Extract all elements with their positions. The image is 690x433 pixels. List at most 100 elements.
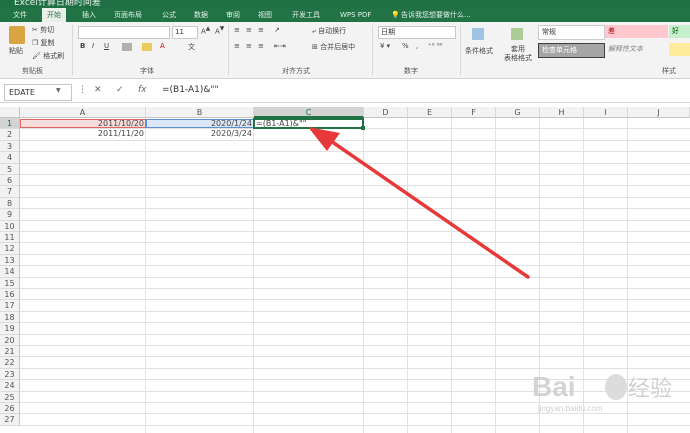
orientation-icon[interactable]: ↗ <box>274 26 280 34</box>
tab-developer[interactable]: 开发工具 <box>292 8 320 22</box>
row-header-11[interactable]: 11 <box>0 232 20 244</box>
indent-icon[interactable]: ⇤⇥ <box>274 42 286 50</box>
wrap-text-button[interactable]: ⤶ 自动换行 <box>312 26 346 36</box>
row-header-8[interactable]: 8 <box>0 197 20 210</box>
row-header-21[interactable]: 21 <box>0 346 20 358</box>
row-header-17[interactable]: 17 <box>0 300 20 312</box>
row-header-26[interactable]: 26 <box>0 403 20 415</box>
svg-text:Bai: Bai <box>532 371 576 402</box>
font-color-button[interactable]: A <box>160 42 165 50</box>
row-header-1[interactable]: 1 <box>0 118 20 130</box>
row-header-12[interactable]: 12 <box>0 243 20 255</box>
italic-button[interactable]: I <box>92 42 94 50</box>
format-table-label: 表格格式 <box>504 54 532 62</box>
row-header-18[interactable]: 18 <box>0 311 20 324</box>
row-header-9[interactable]: 9 <box>0 209 20 221</box>
tab-page-layout[interactable]: 页面布局 <box>114 8 142 22</box>
row-header-19[interactable]: 19 <box>0 323 20 335</box>
row-header-5[interactable]: 5 <box>0 163 20 175</box>
font-group-label: 字体 <box>140 67 154 75</box>
paste-icon[interactable] <box>9 26 25 44</box>
align-middle-icon[interactable]: ≡ <box>246 26 252 34</box>
row-header-20[interactable]: 20 <box>0 334 20 346</box>
tab-formulas[interactable]: 公式 <box>162 8 176 22</box>
conditional-format-icon[interactable] <box>472 28 484 40</box>
name-box[interactable]: EDATE <box>4 84 72 101</box>
row-header-16[interactable]: 16 <box>0 289 20 301</box>
font-size-select[interactable]: 11 <box>172 26 198 39</box>
style-neutral[interactable] <box>669 43 690 56</box>
baidu-jingyan-logo: Bai 经验 jingyan.baidu.com <box>532 371 672 413</box>
tab-insert[interactable]: 插入 <box>82 8 96 22</box>
row-header-6[interactable]: 6 <box>0 175 20 187</box>
currency-icon[interactable]: ¥ ▾ <box>380 42 390 50</box>
clipboard-group-label: 剪贴板 <box>22 67 43 75</box>
tab-view[interactable]: 视图 <box>258 8 272 22</box>
row-header-15[interactable]: 15 <box>0 277 20 289</box>
align-right-icon[interactable]: ≡ <box>258 42 264 50</box>
align-bottom-icon[interactable]: ≡ <box>258 26 264 34</box>
divider <box>460 25 461 75</box>
wrap-text-label: 自动换行 <box>318 27 347 35</box>
row-header-13[interactable]: 13 <box>0 254 20 267</box>
row-header-27[interactable]: 27 <box>0 414 20 426</box>
format-painter-button[interactable]: 🖌 格式刷 <box>32 51 64 61</box>
tab-review[interactable]: 审阅 <box>226 8 240 22</box>
style-normal[interactable]: 常规 <box>538 25 605 40</box>
cancel-icon[interactable]: ✕ <box>94 85 102 95</box>
title-bar: Excel计算日期时间差 <box>0 0 690 8</box>
svg-text:经验: 经验 <box>628 376 672 401</box>
enter-icon[interactable]: ✓ <box>116 85 124 95</box>
style-check-cell[interactable]: 检查单元格 <box>538 43 605 58</box>
row-header-25[interactable]: 25 <box>0 391 20 403</box>
arrow-head <box>308 127 340 151</box>
row-header-2[interactable]: 2 <box>0 129 20 141</box>
align-center-icon[interactable]: ≡ <box>246 42 252 50</box>
font-name-select[interactable] <box>78 26 170 39</box>
row-header-4[interactable]: 4 <box>0 152 20 164</box>
font-grow-button[interactable]: A▲ <box>201 26 210 35</box>
row-header-14[interactable]: 14 <box>0 266 20 278</box>
merge-center-label: 合并后居中 <box>320 43 356 51</box>
style-bad[interactable]: 差 <box>605 25 668 38</box>
cut-button[interactable]: ✂ 剪切 <box>32 25 54 35</box>
bold-button[interactable]: B <box>80 42 85 50</box>
format-painter-label: 格式刷 <box>43 52 65 60</box>
conditional-format-button[interactable]: 条件格式 <box>465 46 493 56</box>
name-box-dropdown-icon[interactable]: ▼ <box>56 87 61 94</box>
decimal-icon[interactable]: ⁺⁰ ⁰⁰ <box>428 42 442 50</box>
comma-icon[interactable]: , <box>416 42 418 50</box>
underline-button[interactable]: U <box>104 42 109 50</box>
row-header-24[interactable]: 24 <box>0 380 20 392</box>
tell-me-icon[interactable]: 💡 <box>391 8 400 22</box>
border-icon[interactable] <box>122 43 132 51</box>
ribbon-tabs: 文件 开始 插入 页面布局 公式 数据 审阅 视图 开发工具 WPS PDF 💡… <box>0 8 690 22</box>
tab-data[interactable]: 数据 <box>194 8 208 22</box>
style-explanatory[interactable]: 解释性文本 <box>605 43 668 56</box>
tab-home[interactable]: 开始 <box>42 8 66 22</box>
tell-me-search[interactable]: 告诉我您想要做什么... <box>401 8 471 22</box>
row-header-7[interactable]: 7 <box>0 186 20 198</box>
align-left-icon[interactable]: ≡ <box>234 42 240 50</box>
formula-input[interactable]: =(B1-A1)&"" <box>162 85 219 95</box>
align-top-icon[interactable]: ≡ <box>234 26 240 34</box>
format-table-icon[interactable] <box>511 28 523 40</box>
number-format-select[interactable]: 日期 <box>378 26 456 39</box>
insert-function-icon[interactable]: fx <box>138 85 147 95</box>
row-header-22[interactable]: 22 <box>0 357 20 369</box>
row-header-3[interactable]: 3 <box>0 140 20 153</box>
paste-button[interactable]: 粘贴 <box>9 46 23 56</box>
svg-text:jingyan.baidu.com: jingyan.baidu.com <box>537 404 603 413</box>
merge-center-button[interactable]: ⊞ 合并后居中 <box>312 42 355 52</box>
percent-icon[interactable]: % <box>402 42 409 50</box>
fill-color-icon[interactable] <box>142 43 152 51</box>
style-good[interactable]: 好 <box>669 25 690 38</box>
font-shrink-button[interactable]: A▼ <box>215 26 224 35</box>
row-header-23[interactable]: 23 <box>0 368 20 381</box>
window-title: Excel计算日期时间差 <box>14 0 101 8</box>
copy-button[interactable]: ❐ 复制 <box>32 38 55 48</box>
tab-file[interactable]: 文件 <box>13 8 27 22</box>
phonetic-button[interactable]: 文 <box>188 42 195 52</box>
row-header-10[interactable]: 10 <box>0 220 20 232</box>
tab-wps-pdf[interactable]: WPS PDF <box>340 8 371 22</box>
